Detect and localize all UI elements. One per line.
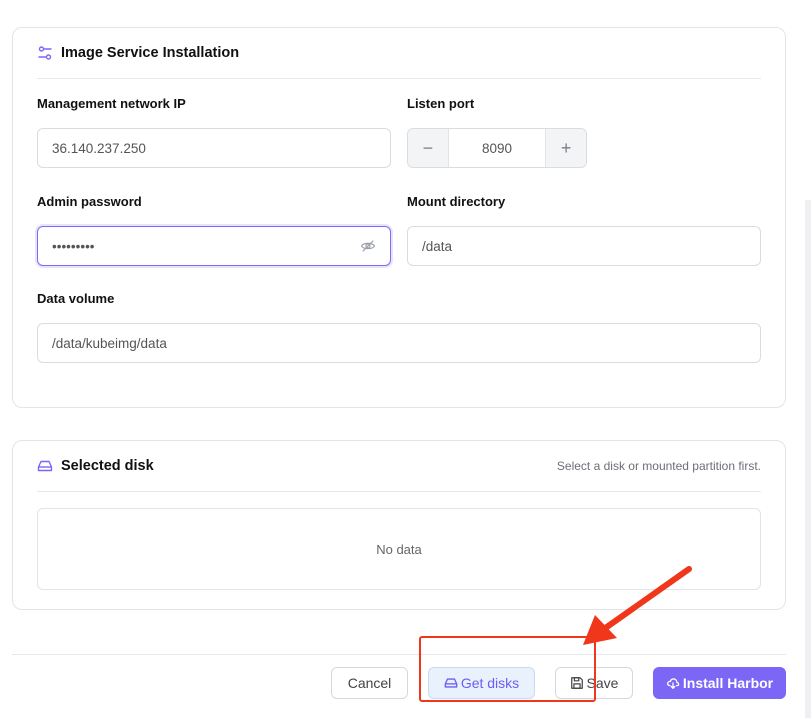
annotation-arrow [583,566,692,645]
